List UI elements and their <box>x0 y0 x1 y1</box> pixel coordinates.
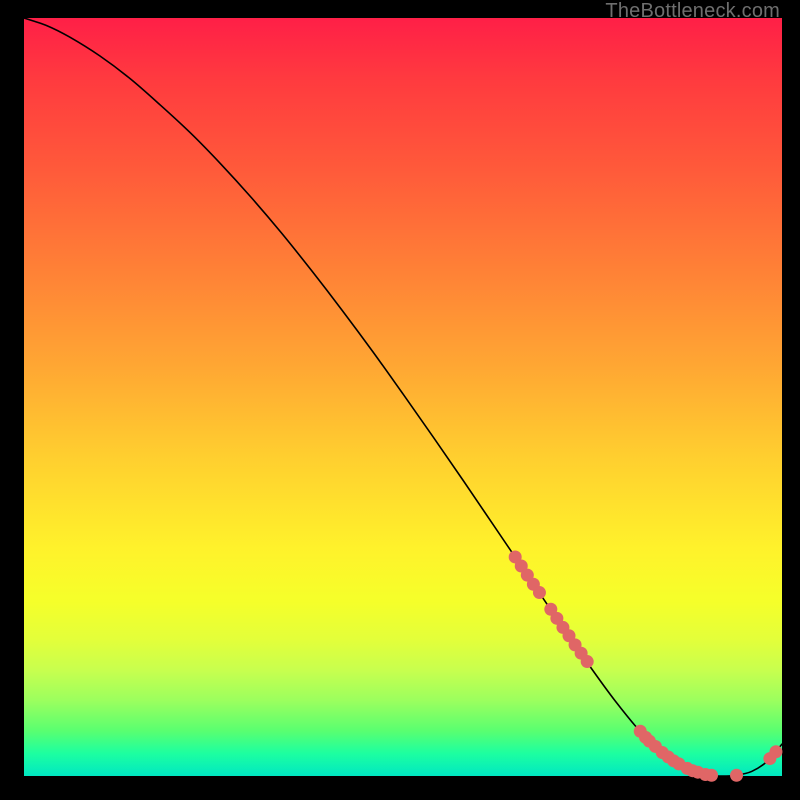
bottleneck-curve <box>24 18 782 776</box>
chart-overlay <box>24 18 782 776</box>
data-marker <box>769 745 782 758</box>
data-marker <box>581 655 594 668</box>
marker-group <box>509 550 783 781</box>
data-marker <box>533 586 546 599</box>
chart-stage: TheBottleneck.com <box>0 0 800 800</box>
data-marker <box>730 769 743 782</box>
data-marker <box>705 769 718 782</box>
